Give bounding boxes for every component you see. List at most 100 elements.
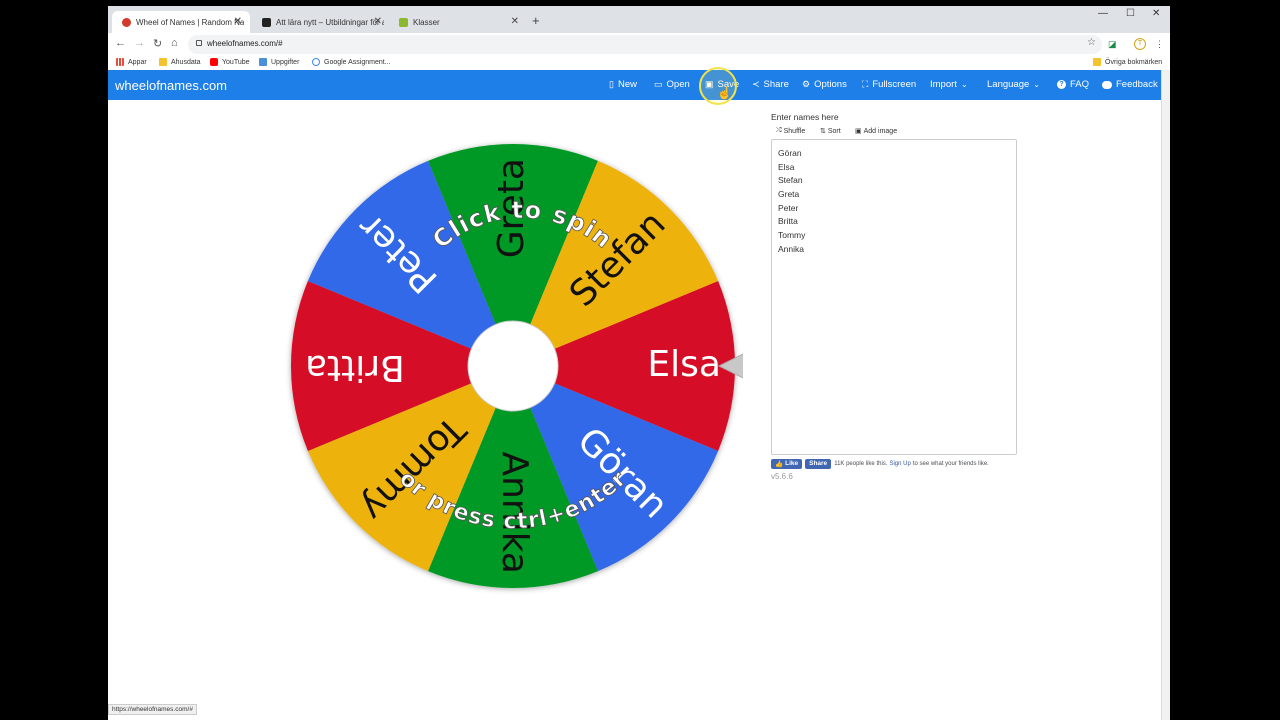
google-icon bbox=[312, 58, 320, 66]
name-entry: Stefan bbox=[778, 175, 803, 186]
extension-icon[interactable]: ◪ bbox=[1108, 39, 1117, 50]
nav-label: Import bbox=[930, 79, 957, 90]
bookmark-appar[interactable]: Appar bbox=[116, 58, 147, 66]
address-url: wheelofnames.com/# bbox=[207, 39, 283, 48]
names-heading: Enter names here bbox=[771, 112, 839, 122]
wheel-segment-label: Britta bbox=[305, 347, 405, 388]
nav-fullscreen-button[interactable]: ⛶ Fullscreen bbox=[862, 79, 916, 90]
nav-share-button[interactable]: ≺ Share bbox=[752, 79, 789, 90]
facebook-like-button[interactable]: 👍 Like bbox=[771, 458, 803, 469]
nav-label: Share bbox=[763, 79, 789, 90]
bookmark-ahusdata[interactable]: Ahusdata bbox=[159, 58, 201, 66]
status-bar: https://wheelofnames.com/# bbox=[108, 704, 197, 715]
chrome-favicon-icon bbox=[122, 17, 131, 27]
site-favicon-icon bbox=[262, 17, 271, 27]
shuffle-button[interactable]: ⤮ Shuffle bbox=[776, 127, 805, 135]
name-entry: Peter bbox=[778, 202, 799, 213]
tool-label: Shuffle bbox=[783, 127, 806, 135]
other-bookmarks[interactable]: Övriga bokmärken bbox=[1093, 58, 1162, 66]
share-icon: ≺ bbox=[752, 79, 760, 89]
lock-icon bbox=[196, 40, 202, 46]
hand-cursor-icon: ☝ bbox=[717, 86, 732, 100]
file-icon: ▯ bbox=[609, 79, 614, 89]
nav-label: Language bbox=[987, 79, 1030, 90]
menu-kebab-icon[interactable]: ⋮ bbox=[1155, 39, 1164, 50]
bookmark-label: Ahusdata bbox=[171, 58, 201, 66]
facebook-likes-text: 11K people like this. bbox=[834, 460, 888, 467]
classroom-favicon-icon bbox=[399, 17, 408, 27]
expand-icon: ⛶ bbox=[862, 79, 869, 89]
comment-icon bbox=[1102, 80, 1112, 89]
bookmark-star-icon[interactable]: ☆ bbox=[1087, 37, 1096, 48]
like-label: Like bbox=[785, 460, 799, 467]
reload-icon[interactable]: ↻ bbox=[153, 37, 162, 50]
tool-label: Sort bbox=[827, 127, 841, 135]
nav-options-button[interactable]: ⚙ Options bbox=[802, 79, 847, 90]
nav-language-dropdown[interactable]: Language ⌄ bbox=[987, 79, 1040, 90]
bookmark-youtube[interactable]: YouTube bbox=[210, 58, 250, 66]
tab-strip: Wheel of Names | Random Name Picker ✕ At… bbox=[108, 6, 1170, 33]
add-image-button[interactable]: ▣ Add image bbox=[855, 127, 898, 136]
facebook-widget: 👍 Like Share 11K people like this. Sign U… bbox=[771, 458, 989, 469]
facebook-share-button[interactable]: Share bbox=[805, 458, 832, 469]
tool-label: Add image bbox=[863, 127, 898, 135]
nav-faq-button[interactable]: ? FAQ bbox=[1057, 79, 1089, 90]
facebook-friends-text: to see what your friends like. bbox=[912, 460, 989, 467]
nav-import-dropdown[interactable]: Import ⌄ bbox=[930, 79, 968, 90]
close-tab-icon[interactable]: ✕ bbox=[374, 16, 382, 27]
sort-button[interactable]: ⇅ Sort bbox=[820, 127, 841, 136]
home-icon[interactable]: ⌂ bbox=[171, 37, 178, 49]
nav-label: New bbox=[617, 79, 637, 90]
bookmark-label: YouTube bbox=[222, 58, 250, 66]
floppy-disk-icon: ▣ bbox=[705, 79, 714, 89]
page-scrollbar[interactable] bbox=[1161, 70, 1170, 720]
browser-window: Wheel of Names | Random Name Picker ✕ At… bbox=[108, 6, 1170, 720]
minimize-button[interactable]: — bbox=[1098, 8, 1108, 19]
folder-icon bbox=[159, 58, 167, 66]
tab-att-lara-nytt[interactable]: Att lära nytt – Utbildningar för alla ✕ bbox=[252, 11, 390, 33]
back-arrow-icon[interactable]: ← bbox=[115, 37, 126, 49]
shuffle-icon: ⤮ bbox=[776, 127, 782, 134]
nav-label: FAQ bbox=[1070, 79, 1090, 90]
other-bookmarks-label: Övriga bokmärken bbox=[1105, 58, 1163, 66]
profile-avatar-icon[interactable]: T bbox=[1134, 38, 1146, 50]
version-label: v5.6.6 bbox=[771, 472, 793, 481]
wheel-canvas[interactable]: ElsaGöranAnnikaTommyBrittaPeter Greta Stef… bbox=[283, 136, 743, 596]
wheel-segment-label: Elsa bbox=[647, 344, 721, 385]
apps-grid-icon bbox=[116, 58, 124, 66]
sort-icon: ⇅ bbox=[820, 128, 826, 135]
bookmarks-bar: Appar Ahusdata YouTube Uppgifter Google … bbox=[108, 57, 1170, 71]
bookmark-google-assignment[interactable]: Google Assignment... bbox=[312, 58, 391, 66]
new-tab-button[interactable]: + bbox=[532, 13, 540, 28]
nav-label: Fullscreen bbox=[872, 79, 917, 90]
nav-label: Open bbox=[666, 79, 690, 90]
tab-title: Klasser bbox=[413, 17, 440, 27]
nav-feedback-button[interactable]: Feedback bbox=[1102, 79, 1158, 90]
folder-icon bbox=[1093, 58, 1101, 66]
nav-new-button[interactable]: ▯ New bbox=[609, 79, 637, 90]
youtube-icon bbox=[210, 58, 218, 66]
name-entry: Greta bbox=[778, 189, 800, 200]
names-textarea[interactable]: Göran Elsa Stefan Greta Peter Britta Tom… bbox=[771, 139, 1017, 455]
bookmark-label: Google Assignment... bbox=[324, 58, 391, 66]
nav-label: Feedback bbox=[1116, 79, 1158, 90]
bookmark-uppgifter[interactable]: Uppgifter bbox=[259, 58, 299, 66]
tab-title: Att lära nytt – Utbildningar för alla bbox=[276, 17, 384, 27]
app-navbar: wheelofnames.com ▯ New ▭ Open ▣ Save ≺ Share… bbox=[108, 70, 1161, 100]
facebook-signup-link[interactable]: Sign Up bbox=[889, 461, 910, 467]
chevron-down-icon: ⌄ bbox=[1033, 80, 1040, 89]
wheel[interactable]: Elsa Göran Annika Tommy Britta Peter Greta Stef… bbox=[283, 136, 743, 596]
wheel-center-hub bbox=[467, 320, 559, 412]
nav-open-button[interactable]: ▭ Open bbox=[654, 79, 690, 90]
tab-klasser[interactable]: Klasser ✕ bbox=[389, 11, 527, 33]
close-tab-icon[interactable]: ✕ bbox=[511, 16, 519, 27]
brand-logo[interactable]: wheelofnames.com bbox=[115, 78, 227, 93]
close-window-button[interactable]: ✕ bbox=[1152, 8, 1160, 19]
tab-title: Wheel of Names | Random Name Picker bbox=[136, 17, 244, 27]
forward-arrow-icon[interactable]: → bbox=[134, 37, 145, 49]
nav-label: Options bbox=[814, 79, 847, 90]
maximize-button[interactable]: ☐ bbox=[1126, 8, 1135, 19]
tab-wheel-of-names[interactable]: Wheel of Names | Random Name Picker ✕ bbox=[112, 11, 250, 33]
address-bar[interactable]: wheelofnames.com/# ☆ bbox=[188, 35, 1102, 54]
close-tab-icon[interactable]: ✕ bbox=[234, 16, 242, 27]
